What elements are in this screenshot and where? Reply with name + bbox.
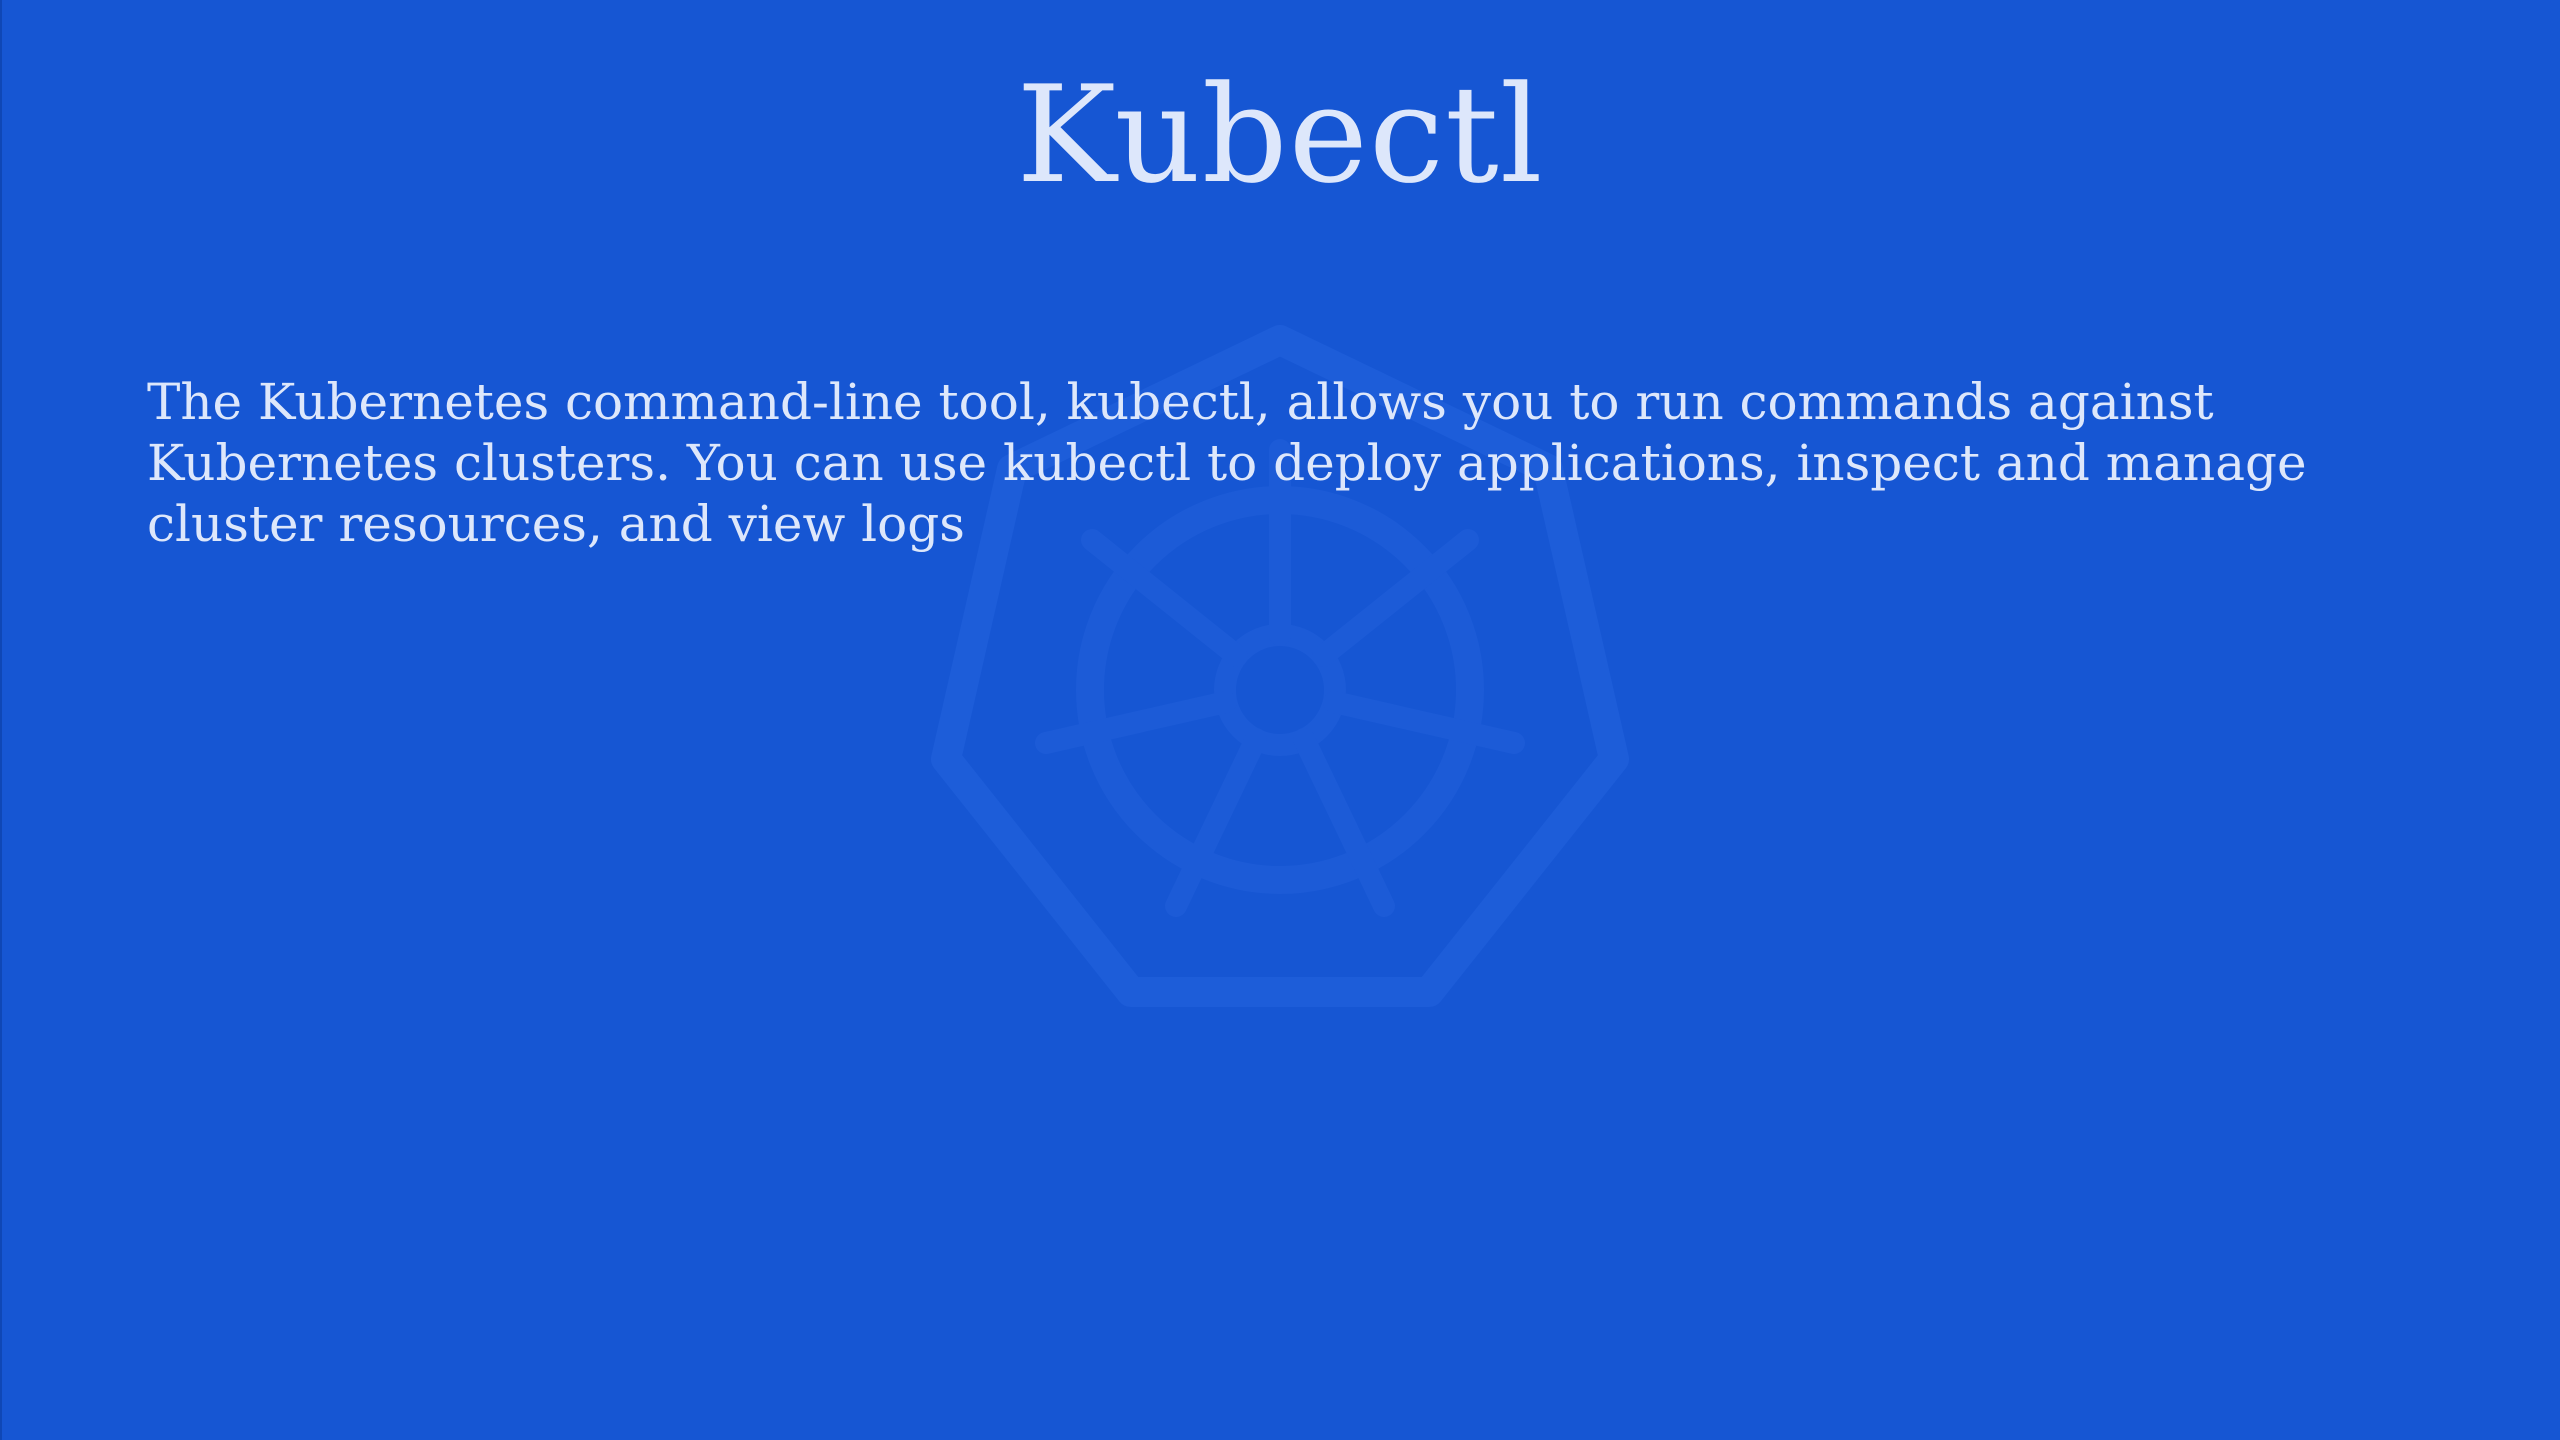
slide-edge-divider [0,0,2,1440]
slide-body-text: The Kubernetes command-line tool, kubect… [147,373,2307,553]
page-title: Kubectl [1016,57,1544,213]
slide: Kubectl The Kubernetes command-line tool… [0,0,2560,1440]
